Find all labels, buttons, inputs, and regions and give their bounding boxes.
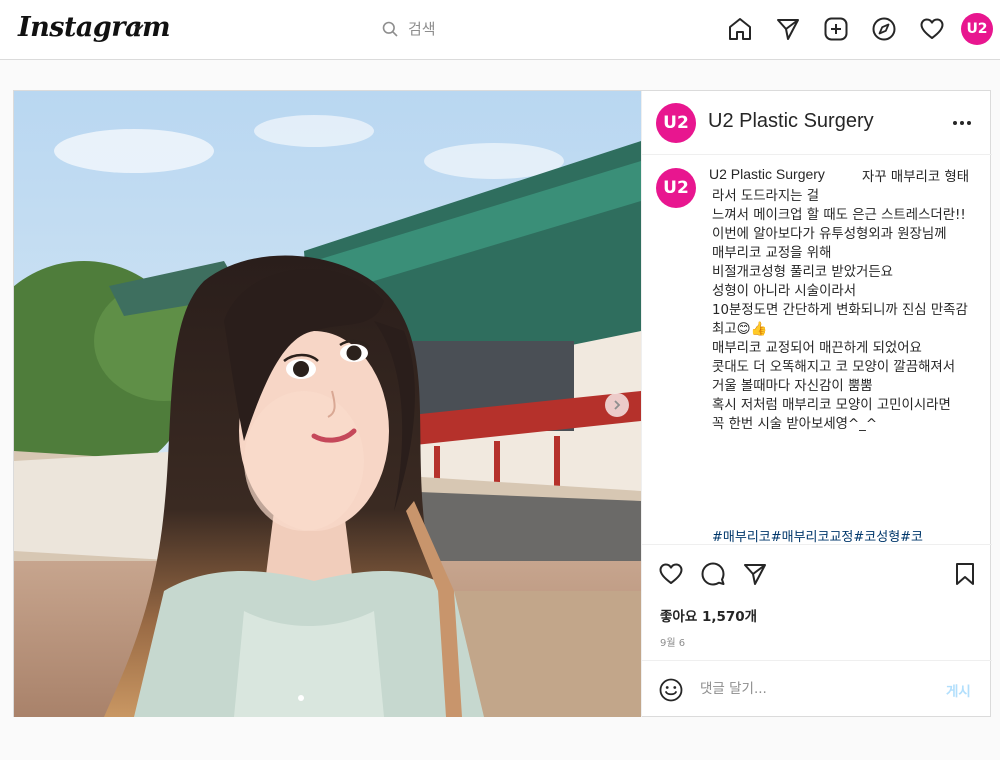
search-input[interactable] [408, 18, 608, 40]
comment-input[interactable] [700, 677, 920, 701]
account-name[interactable]: U2 Plastic Surgery [708, 110, 874, 133]
search-icon [382, 21, 398, 37]
post-date[interactable]: 9월 6 [660, 634, 685, 649]
post-card: U2 U2 Plastic Surgery U2 U2 Plastic Surg… [13, 90, 992, 717]
direct-send-icon[interactable] [775, 16, 801, 42]
activity-heart-icon[interactable] [919, 16, 945, 42]
emoji-smile-icon[interactable] [658, 677, 684, 703]
share-send-icon[interactable] [742, 561, 768, 587]
like-heart-icon[interactable] [658, 561, 684, 587]
post-photo[interactable] [14, 91, 641, 717]
save-bookmark-icon[interactable] [952, 561, 978, 587]
account-avatar[interactable]: U2 [656, 103, 696, 143]
post-side-panel: U2 U2 Plastic Surgery U2 U2 Plastic Surg… [641, 91, 992, 717]
caption-text: 자꾸 매부리코 형태라서 도드라지는 걸 느껴서 메이크업 할 때도 은근 스트… [712, 170, 970, 432]
instagram-logo[interactable]: Instagram [18, 12, 171, 43]
search-box[interactable] [378, 14, 618, 44]
more-options-button[interactable] [950, 113, 974, 133]
more-dot-icon [953, 121, 957, 125]
selfie-photo-image [14, 91, 641, 717]
more-dot-icon [967, 121, 971, 125]
comment-box: 게시 [642, 660, 992, 717]
home-icon[interactable] [727, 16, 753, 42]
caption-area[interactable]: U2 U2 Plastic Surgery 자꾸 매부리코 형태라서 도드라지는… [642, 156, 992, 544]
profile-avatar[interactable]: U2 [961, 13, 993, 45]
carousel-dot-active [298, 695, 304, 701]
caption-hashtags[interactable]: #매부리코#매부리코교정#코성형#코 [712, 526, 982, 544]
chevron-right-icon [614, 400, 621, 410]
comment-icon[interactable] [700, 561, 726, 587]
post-actions: 좋아요 1,570개 9월 6 [642, 544, 992, 660]
top-navigation-bar: Instagram U2 [0, 0, 1000, 60]
more-dot-icon [960, 121, 964, 125]
new-post-icon[interactable] [823, 16, 849, 42]
post-header: U2 U2 Plastic Surgery [642, 91, 992, 155]
like-count[interactable]: 좋아요 1,570개 [660, 605, 757, 625]
explore-compass-icon[interactable] [871, 16, 897, 42]
caption-avatar[interactable]: U2 [656, 168, 696, 208]
post-comment-button[interactable]: 게시 [946, 680, 971, 700]
chevron-down-icon[interactable] [132, 20, 146, 34]
carousel-next-button[interactable] [605, 393, 629, 417]
